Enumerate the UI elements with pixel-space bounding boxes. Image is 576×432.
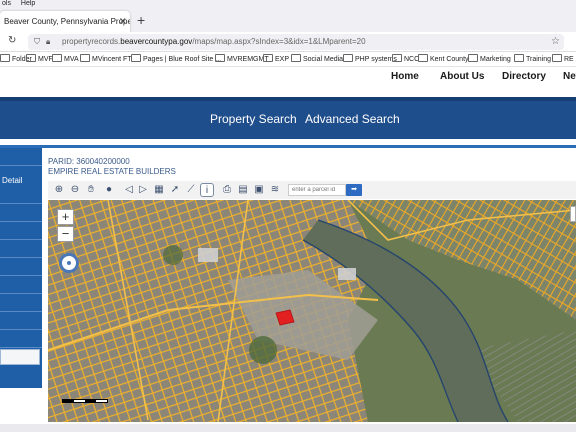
band-top-strip <box>0 97 576 101</box>
bookmark-item[interactable]: NCC <box>392 52 419 66</box>
nav-home[interactable]: Home <box>391 71 419 82</box>
tab-close-icon[interactable]: ✕ <box>119 11 127 32</box>
bookmark-item[interactable]: Social Media <box>291 52 343 66</box>
layers-icon[interactable]: ≋ <box>268 183 282 197</box>
bookmark-item[interactable]: MVF <box>26 52 53 66</box>
url-prefix: propertyrecords. <box>62 37 121 46</box>
bookmark-item[interactable]: MVincent FT <box>80 52 132 66</box>
browser-tab[interactable]: Beaver County, Pennsylvania Prope ✕ <box>0 11 130 32</box>
page-bottom-edge <box>0 424 576 432</box>
pan-hand-icon[interactable]: ✋︎ <box>84 183 98 197</box>
full-extent-icon[interactable]: ▦ <box>152 183 166 197</box>
left-nav-detail-label[interactable]: Detail <box>0 174 42 188</box>
left-nav-item[interactable] <box>0 204 42 222</box>
bookmark-item[interactable]: EXP <box>263 52 289 66</box>
left-nav-item[interactable] <box>0 240 42 258</box>
new-tab-button[interactable]: + <box>137 11 145 29</box>
photo-icon[interactable]: ▣ <box>252 183 266 197</box>
owner-name: EMPIRE REAL ESTATE BUILDERS <box>48 167 176 176</box>
left-nav-item[interactable] <box>0 148 42 166</box>
nav-news[interactable]: New <box>563 71 576 82</box>
tab-strip: Beaver County, Pennsylvania Prope ✕ + <box>0 8 576 32</box>
parcel-id: PARID: 360040200000 <box>48 157 130 166</box>
menu-help[interactable]: Help <box>21 0 35 7</box>
reload-icon[interactable]: ↻ <box>8 35 16 46</box>
map-compass-icon[interactable] <box>59 253 79 273</box>
search-nav-band: Property Search Advanced Search <box>0 97 576 139</box>
bookmark-item[interactable]: MVREMGMT <box>215 52 269 66</box>
browser-menubar: ols Help <box>0 0 576 8</box>
parcel-id-input[interactable] <box>288 184 346 196</box>
left-nav-item[interactable] <box>0 222 42 240</box>
bookmark-star-icon[interactable]: ☆ <box>551 34 560 50</box>
url-domain: beavercountypa.gov <box>120 37 193 46</box>
back-arrow-icon[interactable]: ◁ <box>122 183 136 197</box>
left-nav-selected-item[interactable] <box>0 349 40 365</box>
left-nav-item[interactable] <box>0 186 42 204</box>
tab-title: Beaver County, Pennsylvania Prope <box>4 17 130 26</box>
globe-icon[interactable]: ● <box>102 183 116 197</box>
bookmarks-toolbar: Folder MVF MVA MVincent FT Pages | Blue … <box>0 52 576 67</box>
bookmark-item[interactable]: RE sc <box>552 52 576 66</box>
measure-icon[interactable]: ⟋ <box>184 183 198 197</box>
left-nav-item[interactable] <box>0 258 42 276</box>
advanced-search-link[interactable]: Advanced Search <box>305 112 400 126</box>
map-zoom-out-button[interactable]: − <box>57 226 74 242</box>
left-nav-item[interactable] <box>0 330 42 348</box>
left-nav-item[interactable] <box>0 276 42 294</box>
identify-info-icon[interactable]: i <box>200 183 214 197</box>
aerial-map-graphic <box>48 200 576 422</box>
print-icon[interactable]: ⎙ <box>220 183 234 197</box>
map-scale-bar <box>62 399 108 403</box>
select-arrow-icon[interactable]: ➚ <box>168 183 182 197</box>
bookmark-item[interactable]: Training <box>514 52 551 66</box>
shield-icon[interactable]: ⛉ <box>34 34 40 50</box>
bookmark-item[interactable]: PHP systems <box>343 52 397 66</box>
map-toolbar: ⊕ ⊖ ✋︎ ● ◁ ▷ ▦ ➚ ⟋ i ⎙ ▤ ▣ ≋ ➡ <box>48 181 576 199</box>
nav-directory[interactable]: Directory <box>502 71 546 82</box>
bookmark-item[interactable]: Kent County <box>418 52 469 66</box>
url-path: /maps/map.aspx?sIndex=3&idx=1&LMparent=2… <box>192 37 366 46</box>
property-search-link[interactable]: Property Search <box>210 112 297 126</box>
overlay-icon[interactable]: ▤ <box>236 183 250 197</box>
map-zoom-in-button[interactable]: + <box>57 209 74 225</box>
nav-about-us[interactable]: About Us <box>440 71 484 82</box>
bookmark-item[interactable]: Pages | Blue Roof Site ... <box>131 52 221 66</box>
menu-tools[interactable]: ols <box>2 0 11 7</box>
divider-stripe <box>0 139 576 148</box>
parcel-map[interactable]: + − <box>48 200 576 422</box>
zoom-out-icon[interactable]: ⊖ <box>68 183 82 197</box>
parcel-search-go-button[interactable]: ➡ <box>346 184 362 196</box>
zoom-in-icon[interactable]: ⊕ <box>52 183 66 197</box>
bookmark-item[interactable]: MVA <box>52 52 79 66</box>
bookmark-item[interactable]: Marketing <box>468 52 511 66</box>
forward-arrow-icon[interactable]: ▷ <box>136 183 150 197</box>
left-nav-item[interactable] <box>0 294 42 312</box>
browser-navbar: ↻ ⛉ 🔒︎ propertyrecords.beavercountypa.go… <box>0 32 576 52</box>
site-header: Home About Us Directory New <box>0 67 576 97</box>
lock-icon[interactable]: 🔒︎ <box>46 34 50 50</box>
address-bar[interactable]: ⛉ 🔒︎ propertyrecords.beavercountypa.gov/… <box>28 34 564 50</box>
map-side-handle[interactable] <box>570 206 576 222</box>
left-nav-item[interactable] <box>0 312 42 330</box>
